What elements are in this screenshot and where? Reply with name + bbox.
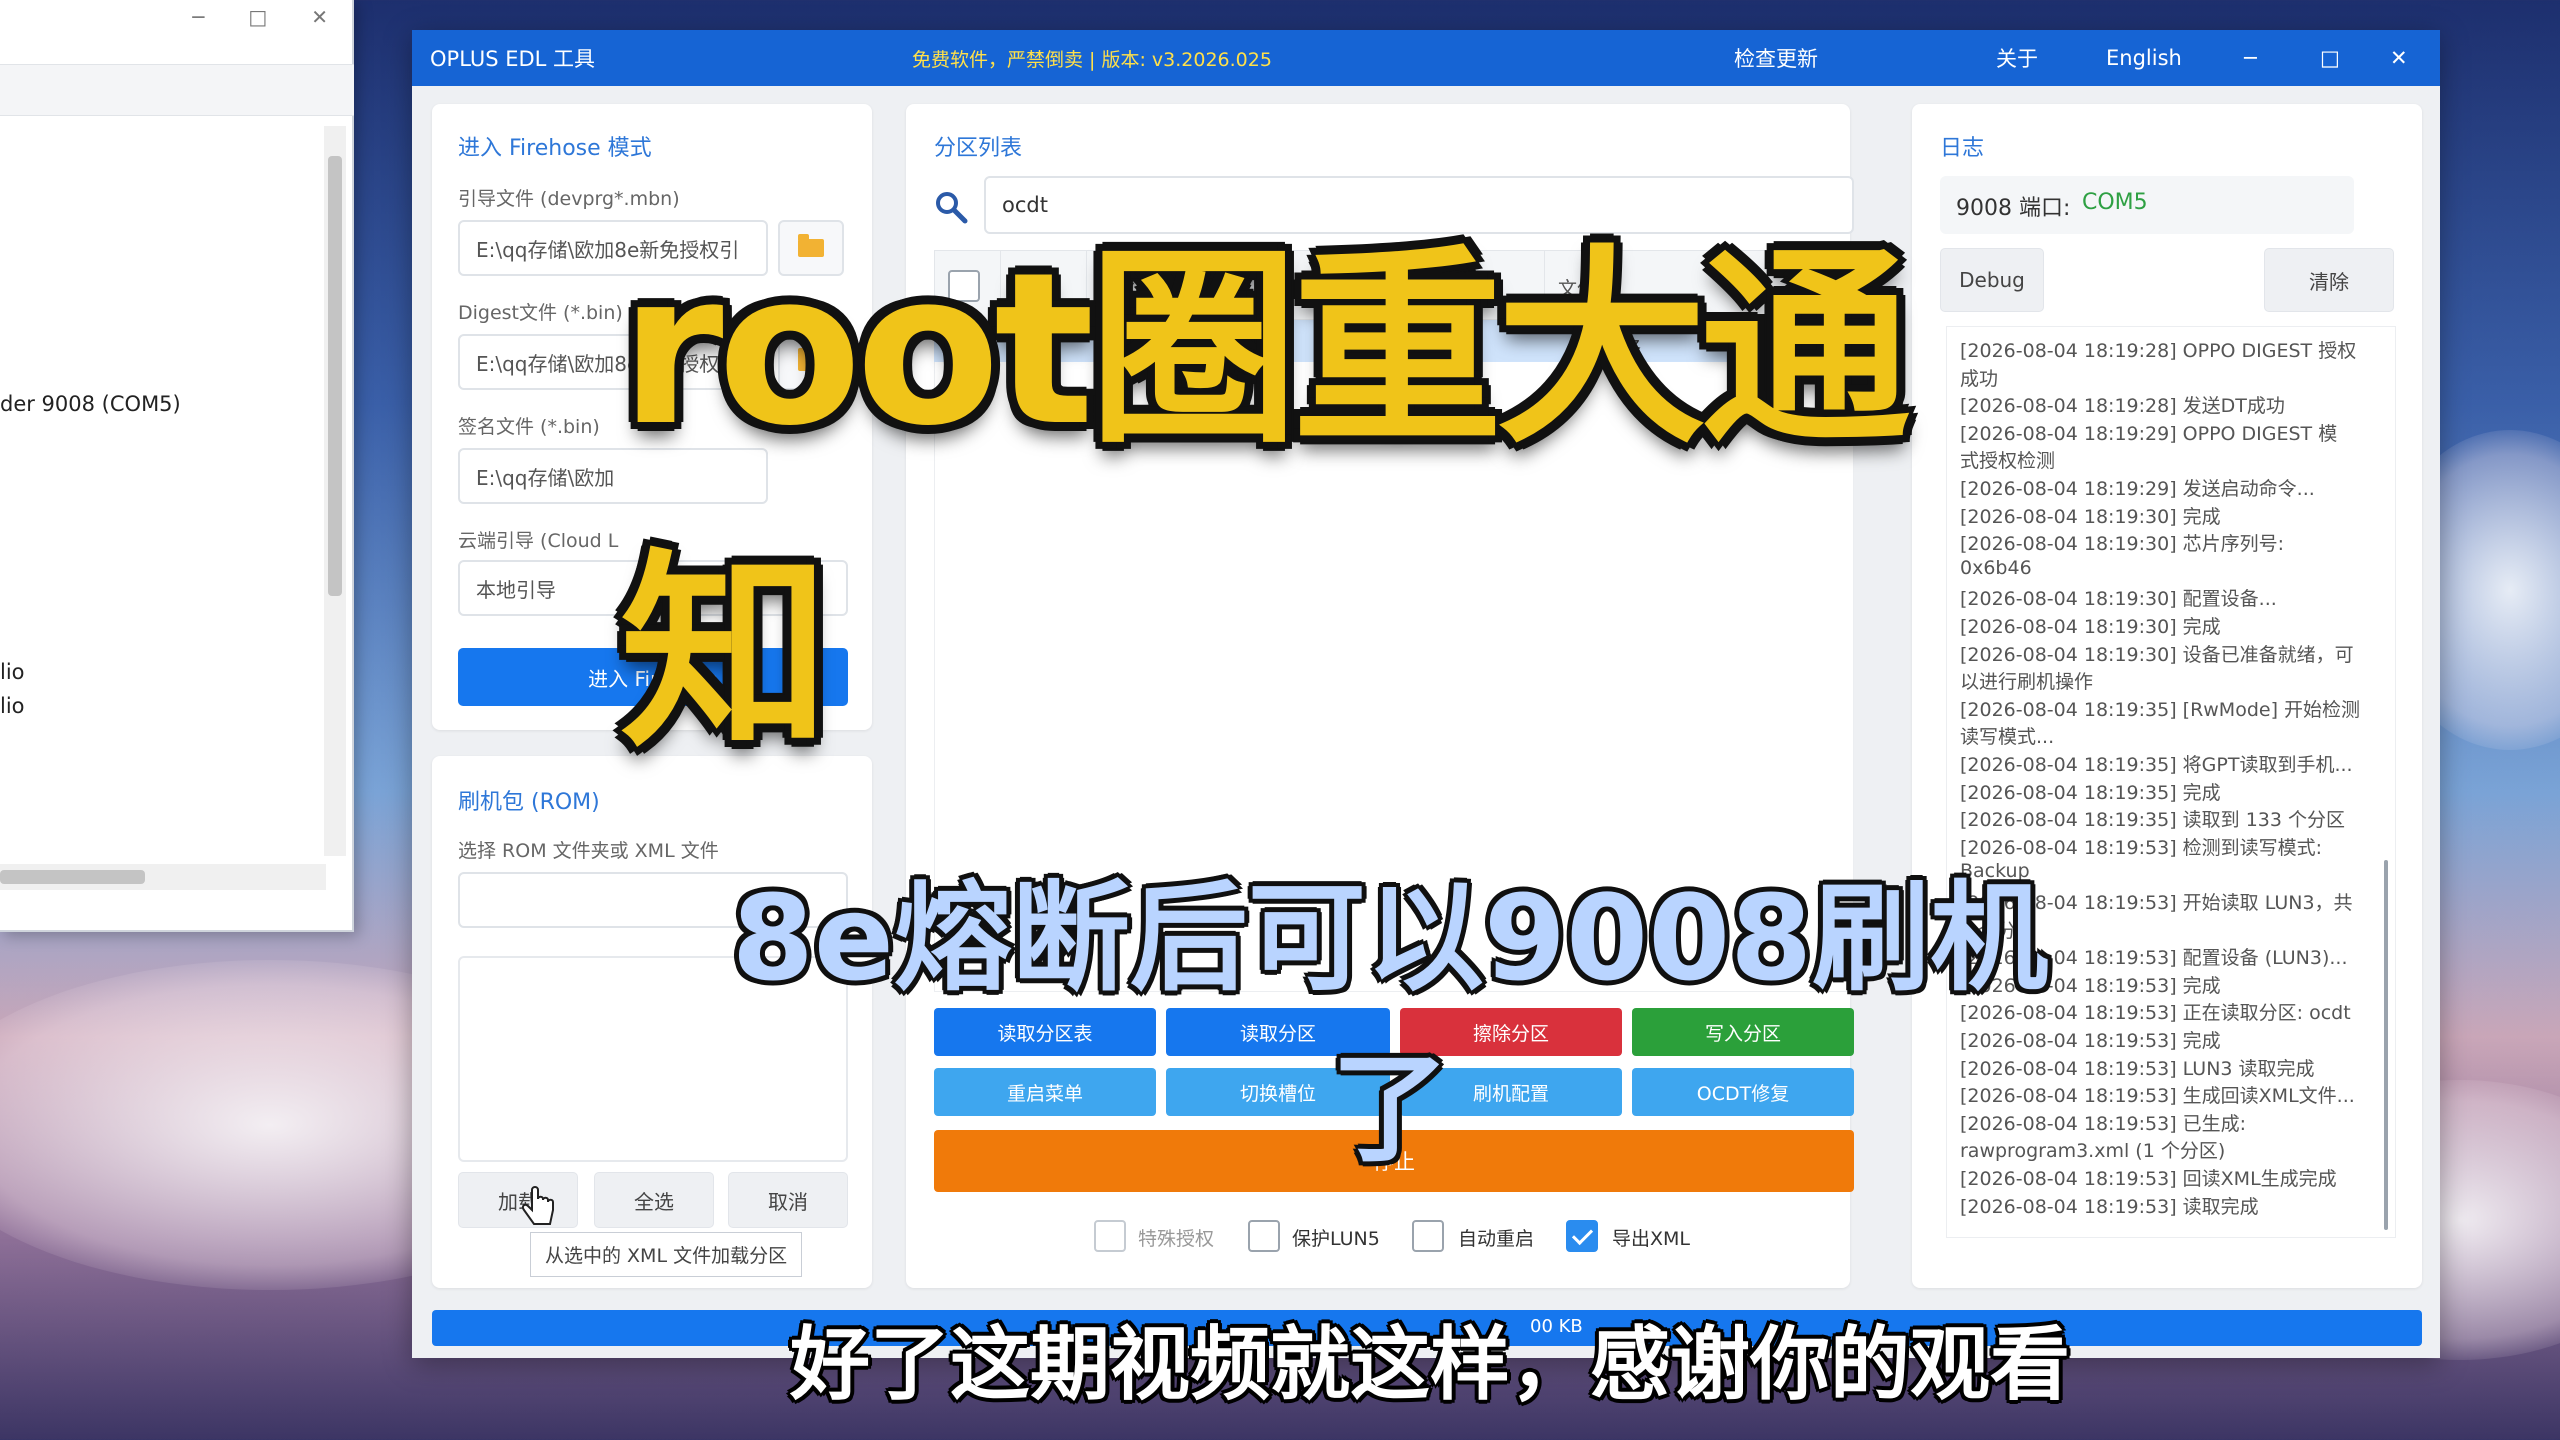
close-icon[interactable]: ✕: [2390, 46, 2408, 70]
about-link[interactable]: 关于: [1996, 43, 2038, 73]
protect-lun5-checkbox[interactable]: [1248, 1220, 1280, 1252]
auto-reboot-checkbox[interactable]: [1412, 1220, 1444, 1252]
load-tooltip: 从选中的 XML 文件加载分区: [530, 1232, 803, 1277]
log-line: [2026-08-04 18:19:35] 读取到 133 个分区: [1960, 809, 2346, 832]
window-title: OPLUS EDL 工具: [430, 47, 596, 71]
language-link[interactable]: English: [2106, 46, 2182, 70]
bg-fragment: lio: [0, 694, 25, 718]
digest-label: Digest文件 (*.bin): [458, 302, 623, 324]
special-auth-label: 特殊授权: [1138, 1228, 1215, 1250]
bg-maximize-icon[interactable]: □: [248, 5, 267, 29]
hand-cursor-icon: [522, 1186, 554, 1225]
bg-minimize-icon[interactable]: ─: [192, 5, 204, 29]
log-line: [2026-08-04 18:19:35] [RwMode] 开始检测: [1960, 698, 2361, 721]
bg-vertical-scrollbar[interactable]: [324, 126, 346, 856]
load-button[interactable]: 加载: [458, 1172, 578, 1228]
port-value: COM5: [2082, 190, 2148, 215]
firehose-title: 进入 Firehose 模式: [458, 136, 652, 161]
cloud-label: 云端引导 (Cloud L: [458, 530, 619, 552]
headline-overlay: root圈重大通知: [620, 227, 2020, 776]
bg-close-icon[interactable]: ✕: [311, 5, 328, 29]
version-notice: 免费软件，严禁倒卖 | 版本: v3.2026.025: [912, 48, 1272, 71]
bg-horizontal-scrollbar[interactable]: [0, 864, 326, 890]
subheadline-overlay: 8e熔断后可以9008刷机了: [731, 869, 2049, 1178]
clear-log-button[interactable]: 清除: [2264, 248, 2394, 312]
bg-fragment: lio: [0, 660, 25, 684]
headline-text: root圈重大通知: [620, 227, 1911, 776]
video-subtitle: 好了这期视频就这样，感谢你的观看: [790, 1318, 2070, 1411]
special-auth-checkbox[interactable]: [1094, 1220, 1126, 1252]
maximize-icon[interactable]: □: [2320, 46, 2340, 70]
check-update-link[interactable]: 检查更新: [1734, 43, 1818, 73]
protect-lun5-label: 保护LUN5: [1292, 1228, 1380, 1250]
sign-label: 签名文件 (*.bin): [458, 416, 600, 438]
partition-title: 分区列表: [934, 136, 1023, 161]
bg-toolbar: [0, 64, 354, 116]
export-xml-checkbox[interactable]: [1566, 1220, 1598, 1252]
background-window: ─ □ ✕ der 9008 (COM5) lio lio: [0, 0, 354, 932]
title-bar: OPLUS EDL 工具 免费软件，严禁倒卖 | 版本: v3.2026.025…: [412, 30, 2440, 86]
log-title: 日志: [1940, 136, 1985, 161]
rom-title: 刷机包 (ROM): [458, 790, 600, 815]
log-scrollbar[interactable]: [2384, 860, 2388, 1230]
log-line: [2026-08-04 18:19:53] 读取完成: [1960, 1195, 2259, 1218]
auto-reboot-label: 自动重启: [1458, 1228, 1535, 1250]
minimize-icon[interactable]: ─: [2244, 46, 2257, 70]
bg-device-item[interactable]: der 9008 (COM5): [0, 392, 181, 416]
export-xml-label: 导出XML: [1612, 1228, 1690, 1250]
